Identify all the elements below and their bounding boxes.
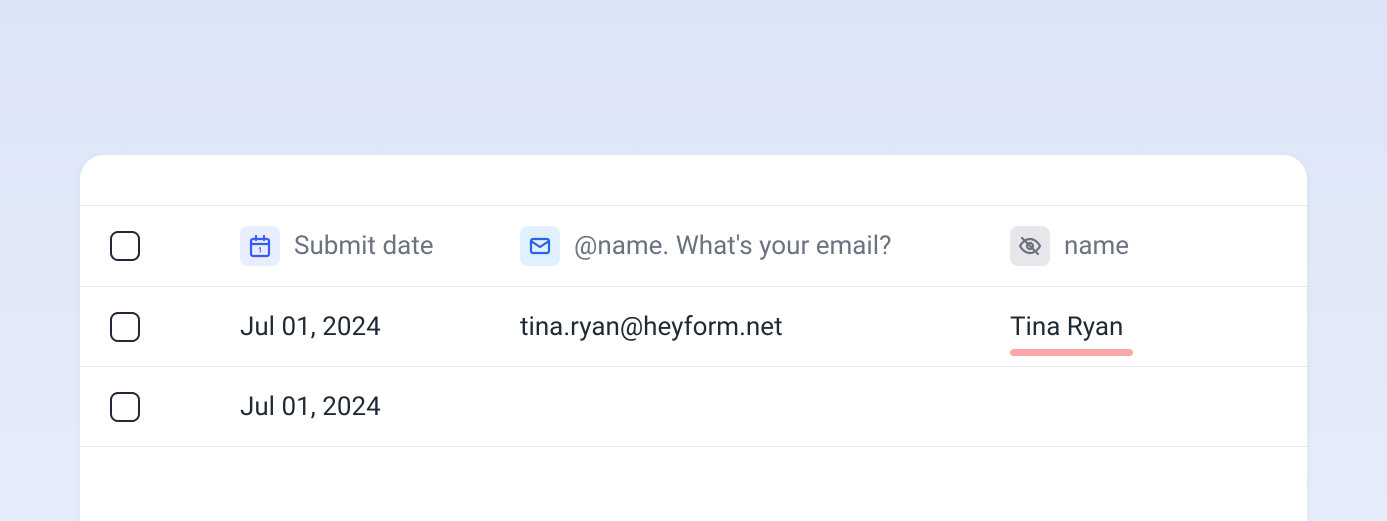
mail-icon [520,226,560,266]
row-checkbox[interactable] [110,392,140,422]
header-email[interactable]: @name. What's your email? [520,226,1010,266]
cell-name: Tina Ryan [1010,312,1307,342]
submissions-table: 1 Submit date @name. What's your email? [80,205,1307,447]
row-checkbox[interactable] [110,312,140,342]
table-row[interactable]: Jul 01, 2024 tina.ryan@heyform.net Tina … [80,287,1307,367]
cell-email: tina.ryan@heyform.net [520,312,1010,342]
select-all-checkbox[interactable] [110,231,140,261]
email-value: tina.ryan@heyform.net [520,312,783,342]
svg-text:1: 1 [258,247,262,255]
header-checkbox-col [110,231,240,261]
cell-date: Jul 01, 2024 [240,312,520,342]
submissions-card: 1 Submit date @name. What's your email? [80,155,1307,521]
header-name[interactable]: name [1010,226,1307,266]
calendar-icon: 1 [240,226,280,266]
email-label: @name. What's your email? [574,231,891,261]
hidden-icon [1010,226,1050,266]
date-value: Jul 01, 2024 [240,312,381,342]
name-label: name [1064,231,1129,261]
row-checkbox-col [110,312,240,342]
cell-date: Jul 01, 2024 [240,392,520,422]
date-value: Jul 01, 2024 [240,392,381,422]
table-header-row: 1 Submit date @name. What's your email? [80,205,1307,287]
table-row[interactable]: Jul 01, 2024 [80,367,1307,447]
row-checkbox-col [110,392,240,422]
submit-date-label: Submit date [294,231,434,261]
name-value: Tina Ryan [1010,312,1123,342]
header-submit-date[interactable]: 1 Submit date [240,226,520,266]
